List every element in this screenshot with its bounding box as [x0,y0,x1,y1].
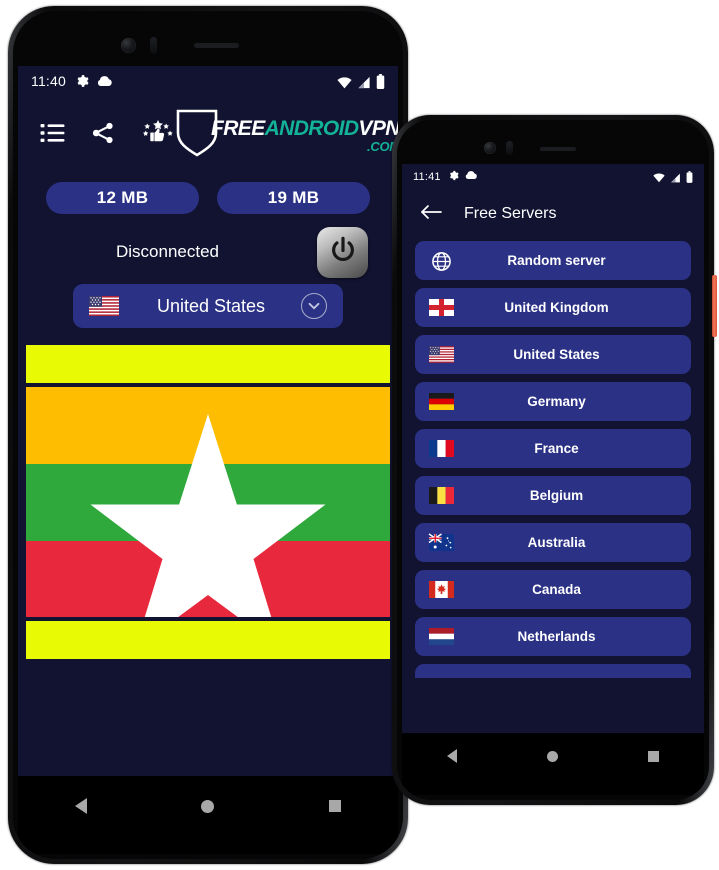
front-camera-icon [484,142,496,154]
usage-pills: 12 MB 19 MB [18,174,398,214]
chevron-down-icon[interactable] [301,293,327,319]
server-name: Belgium [529,488,584,503]
server-list-item[interactable]: United Kingdom [415,288,691,327]
wifi-icon [337,76,352,89]
earpiece-speaker-icon [540,147,576,151]
gear-icon [448,170,459,184]
rate-icon[interactable] [141,119,175,151]
server-name: Australia [527,535,586,550]
flag-icon-be [429,487,454,504]
recents-button[interactable] [648,750,659,762]
status-left-icons [75,74,112,88]
server-name: France [534,441,579,456]
server-list-item-partial[interactable] [415,664,691,678]
logo-free: FREE [211,116,265,140]
connection-row: Disconnected [18,214,398,278]
flag-icon-us [89,296,119,316]
phone-left-top-bezel [18,16,398,66]
banner-strip-top[interactable] [26,345,390,383]
phone-right-screen: 11:41 Free Servers Random server United … [402,164,704,738]
selected-server-name: United States [156,295,266,316]
banner-strip-bottom[interactable] [26,621,390,659]
share-icon[interactable] [91,121,115,150]
page-title: Free Servers [464,205,557,222]
android-nav-bar-right [402,733,704,795]
app-toolbar: FREEANDROIDVPN .COM [18,96,398,174]
flag-icon-us [429,346,454,363]
status-left-icons [448,170,477,184]
logo-android: ANDROID [264,116,359,140]
server-list-item[interactable]: Australia [415,523,691,562]
phone-right-body: 11:41 Free Servers Random server United … [397,120,709,800]
upload-usage-button[interactable]: 19 MB [217,182,370,214]
flag-icon-gb [429,299,454,316]
status-bar-left: 11:40 [18,66,398,96]
wifi-icon [653,173,665,183]
back-button[interactable] [447,749,457,763]
server-list-item[interactable]: Germany [415,382,691,421]
back-arrow-icon[interactable] [420,204,442,225]
flag-icon-de [429,393,454,410]
phone-left-body: 11:40 FREEANDROIDVPN .COM 12 MB 19 MB Di… [13,11,403,859]
cloud-icon [465,170,477,183]
server-list-item[interactable]: France [415,429,691,468]
proximity-sensor-icon [506,141,513,155]
phone-left-screen: 11:40 FREEANDROIDVPN .COM 12 MB 19 MB Di… [18,66,398,781]
server-name: Canada [532,582,581,597]
logo-vpn: VPN [358,116,398,140]
android-nav-bar-left [18,776,398,854]
gear-icon [75,74,89,88]
earpiece-speaker-icon [194,43,239,48]
connection-status: Disconnected [115,242,219,261]
app-bar-right: Free Servers [402,189,704,239]
home-button[interactable] [201,799,215,813]
server-list: Random server United Kingdom United States… [402,239,704,678]
logo-line-1: FREEANDROIDVPN [211,118,398,139]
server-name: United States [513,347,600,362]
home-button[interactable] [547,750,558,762]
phone-device-right: 11:41 Free Servers Random server United … [392,115,717,805]
signal-icon [357,76,371,89]
cloud-icon [97,75,112,87]
selected-server-button[interactable]: United States [73,284,343,328]
signal-icon [670,173,681,183]
status-time: 11:41 [413,170,441,183]
app-logo: FREEANDROIDVPN .COM [175,108,398,163]
toolbar-icon-group [40,119,175,151]
shield-icon [175,108,219,163]
power-side-button[interactable] [712,275,717,337]
status-right-icons [653,170,693,183]
server-list-item[interactable]: Belgium [415,476,691,515]
battery-icon [686,170,693,183]
status-time: 11:40 [31,73,66,89]
banner-flag-myanmar[interactable] [26,387,390,617]
recents-button[interactable] [328,800,341,812]
flag-icon-nl [429,628,454,645]
status-bar-right: 11:41 [402,164,704,189]
globe-icon [429,252,454,271]
flag-icon-ca [429,581,454,598]
server-list-item[interactable]: Netherlands [415,617,691,656]
logo-text: FREEANDROIDVPN .COM [211,118,398,153]
flag-icon-fr [429,440,454,457]
download-usage-button[interactable]: 12 MB [46,182,199,214]
phone-right-top-bezel [402,125,704,164]
server-list-item[interactable]: Canada [415,570,691,609]
server-name: United Kingdom [504,300,609,315]
status-right-icons [337,73,385,89]
phone-device-left: 11:40 FREEANDROIDVPN .COM 12 MB 19 MB Di… [8,6,408,864]
proximity-sensor-icon [150,37,157,54]
server-list-item[interactable]: United States [415,335,691,374]
server-name: Netherlands [517,629,596,644]
front-camera-icon [121,38,136,53]
server-name: Random server [507,253,606,268]
power-button[interactable] [317,226,368,278]
server-list-item[interactable]: Random server [415,241,691,280]
power-icon [328,235,358,270]
back-button[interactable] [75,798,88,814]
list-icon[interactable] [40,122,65,149]
server-name: Germany [527,394,586,409]
flag-icon-au [428,533,454,551]
battery-icon [376,73,385,89]
